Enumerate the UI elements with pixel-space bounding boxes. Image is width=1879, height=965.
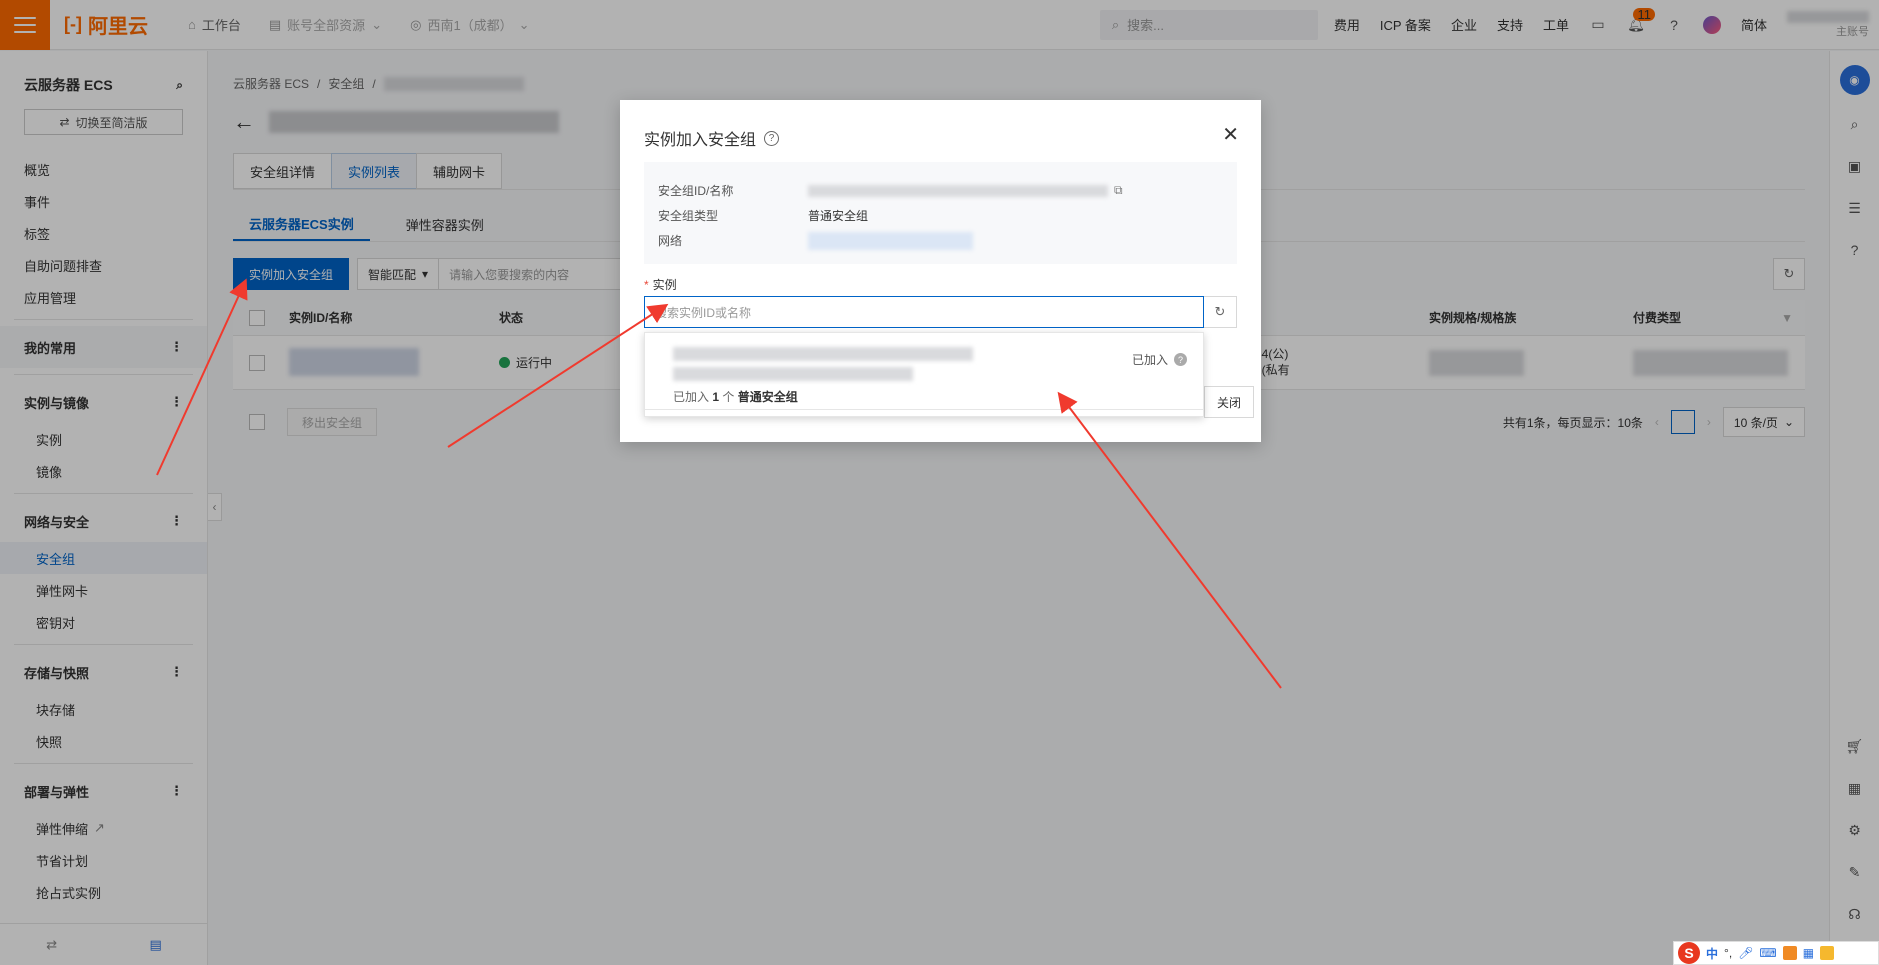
label-network: 网络 (658, 234, 683, 248)
option-name-redacted (673, 367, 913, 381)
joined-status: 已加入 ? (1132, 351, 1187, 368)
joined-sub-prefix: 已加入 (673, 390, 710, 404)
joined-label: 已加入 (1131, 353, 1168, 367)
add-to-security-group-dialog: 实例加入安全组 ? ✕ 安全组ID/名称 ⧉ 安全组类型 普通安全组 网络 * 实… (620, 100, 1261, 442)
required-asterisk: * (644, 278, 649, 292)
help-icon[interactable]: ? (764, 130, 780, 146)
dialog-title-text: 实例加入安全组 (644, 132, 757, 149)
microphone-icon[interactable]: 🎤︎ (1738, 946, 1753, 960)
sogou-logo-icon[interactable]: S (1678, 942, 1700, 964)
copy-icon[interactable]: ⧉ (1114, 183, 1123, 198)
divider (645, 409, 1203, 410)
refresh-icon[interactable]: ↻ (1204, 296, 1237, 328)
dropdown-option[interactable] (673, 347, 973, 381)
keyboard-icon[interactable]: ⌨ (1759, 946, 1776, 960)
punctuation-icon[interactable]: °, (1724, 946, 1732, 960)
help-icon[interactable]: ? (1174, 353, 1187, 366)
instance-field-label: * 实例 (644, 276, 677, 293)
field-label-text: 实例 (652, 278, 677, 292)
ime-language[interactable]: 中 (1706, 945, 1718, 962)
sg-id-redacted (808, 184, 1108, 197)
close-button[interactable]: 关闭 (1204, 386, 1254, 418)
label-sg-type: 安全组类型 (658, 209, 719, 223)
option-id-redacted (673, 347, 973, 361)
grid-icon[interactable]: ▦ (1803, 946, 1814, 960)
emoji-icon[interactable] (1820, 946, 1835, 960)
close-icon[interactable]: ✕ (1222, 122, 1239, 147)
sg-type-value: 普通安全组 (808, 209, 869, 223)
info-row-network: 网络 (658, 228, 1223, 253)
joined-sub-count: 1 (712, 390, 720, 404)
info-row-sg-type: 安全组类型 普通安全组 (658, 203, 1223, 228)
input-method-toolbar: S 中 °, 🎤︎ ⌨ ▦ (1673, 941, 1879, 965)
label-sg-id: 安全组ID/名称 (658, 184, 734, 198)
instance-dropdown: 已加入 ? 已加入 1 个 普通安全组 (644, 332, 1204, 417)
info-row-sg-id: 安全组ID/名称 ⧉ (658, 178, 1223, 203)
skin-icon[interactable] (1782, 946, 1797, 960)
joined-sub-suffix: 个 (722, 390, 735, 404)
joined-summary: 已加入 1 个 普通安全组 (673, 388, 798, 405)
joined-sub-type: 普通安全组 (737, 390, 798, 404)
security-group-info: 安全组ID/名称 ⧉ 安全组类型 普通安全组 网络 (644, 162, 1237, 264)
network-redacted (808, 231, 973, 250)
instance-search-input[interactable]: 搜索实例ID或名称 (644, 296, 1204, 328)
dialog-title: 实例加入安全组 ? (644, 126, 780, 150)
